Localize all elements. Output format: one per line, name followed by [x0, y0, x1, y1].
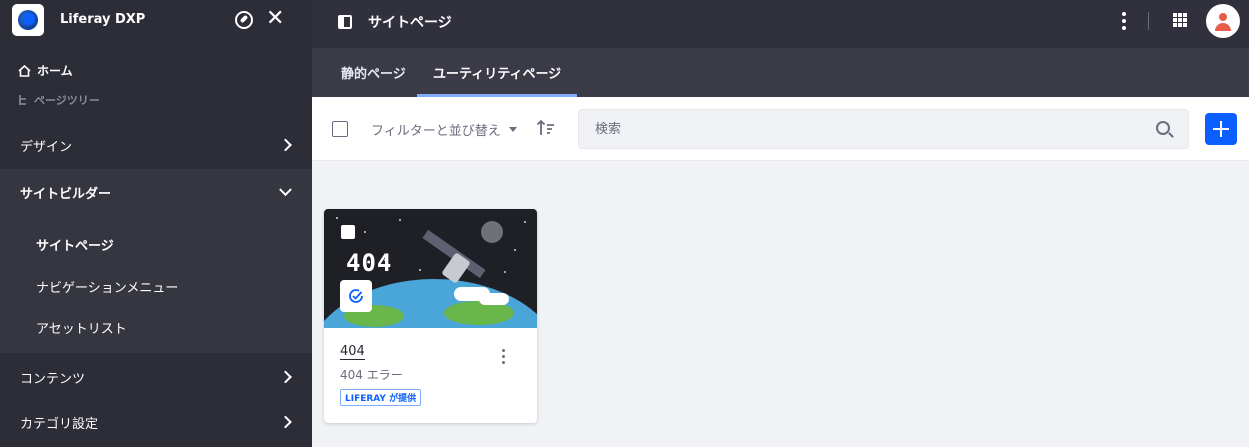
- tab-static-pages[interactable]: 静的ページ: [325, 48, 422, 97]
- search-input[interactable]: [579, 110, 1188, 148]
- sort-icon[interactable]: [536, 119, 556, 137]
- tab-bar: 静的ページ ユーティリティページ: [312, 48, 1249, 97]
- sidebar-item-label: ホーム: [37, 64, 73, 78]
- chevron-right-icon: [279, 138, 292, 152]
- sidebar-subitem-asset-lists[interactable]: アセットリスト: [36, 318, 127, 337]
- add-button[interactable]: [1205, 113, 1237, 145]
- sidebar-subitem-navigation-menus[interactable]: ナビゲーションメニュー: [36, 277, 178, 296]
- caret-down-icon: [508, 127, 517, 132]
- sidebar-panel-icon[interactable]: [338, 15, 352, 29]
- card-title-link[interactable]: 404: [340, 345, 365, 360]
- chevron-right-icon: [279, 370, 292, 384]
- apps-grid-icon[interactable]: [1173, 13, 1187, 27]
- sidebar-item-page-tree[interactable]: ページツリー: [18, 92, 100, 108]
- liferay-logo-icon: [12, 4, 44, 36]
- search-box: [578, 109, 1189, 149]
- product-menu-sidebar: Liferay DXP ✕ ホーム ページツリー デザイン サイトビルダー サイ…: [0, 0, 312, 447]
- card-checkbox[interactable]: [341, 225, 355, 239]
- search-icon[interactable]: [1156, 121, 1170, 135]
- kebab-icon[interactable]: [502, 349, 505, 367]
- filter-and-order-dropdown[interactable]: フィルターと並び替え: [371, 120, 517, 139]
- sidebar-item-site-builder[interactable]: サイトビルダー: [0, 169, 312, 215]
- sidebar-header: Liferay DXP ✕: [0, 0, 312, 44]
- home-icon: [18, 64, 31, 77]
- divider: [1148, 12, 1149, 30]
- control-menu: サイトページ: [312, 0, 1249, 48]
- select-all-checkbox[interactable]: [332, 121, 348, 137]
- card-provider-label: LIFERAY が提供: [340, 389, 422, 406]
- check-circle-icon: [340, 280, 372, 312]
- sidebar-item-label: ページツリー: [34, 94, 100, 107]
- sidebar-item-label: サイトビルダー: [20, 186, 112, 202]
- compass-icon[interactable]: [235, 11, 253, 29]
- thumbnail-text: 404: [346, 249, 393, 277]
- management-toolbar: フィルターと並び替え: [312, 97, 1249, 161]
- page-tree-icon: [18, 94, 28, 106]
- page-title: サイトページ: [368, 15, 452, 31]
- chevron-right-icon: [279, 415, 292, 429]
- sidebar-item-design[interactable]: デザイン: [0, 122, 312, 168]
- card-subtitle: 404 エラー: [340, 368, 403, 382]
- sidebar-item-categorization[interactable]: カテゴリ設定: [0, 399, 312, 445]
- app-title: Liferay DXP: [60, 12, 146, 27]
- sidebar-item-label: コンテンツ: [20, 371, 86, 387]
- sidebar-subitem-site-pages[interactable]: サイトページ: [36, 235, 114, 254]
- close-icon[interactable]: ✕: [266, 8, 284, 30]
- sidebar-item-label: デザイン: [20, 139, 73, 155]
- user-avatar-icon[interactable]: [1206, 4, 1240, 38]
- filter-label: フィルターと並び替え: [371, 124, 501, 139]
- sidebar-item-label: カテゴリ設定: [20, 416, 99, 432]
- chevron-down-icon: [279, 183, 292, 197]
- kebab-icon[interactable]: [1122, 12, 1126, 30]
- page-card[interactable]: 404 404 404 エラー LIFERAY が提供: [324, 209, 537, 423]
- card-thumbnail: 404: [324, 209, 537, 328]
- tab-utility-pages[interactable]: ユーティリティページ: [417, 48, 578, 97]
- sidebar-item-content[interactable]: コンテンツ: [0, 354, 312, 400]
- sidebar-item-home[interactable]: ホーム: [18, 62, 73, 79]
